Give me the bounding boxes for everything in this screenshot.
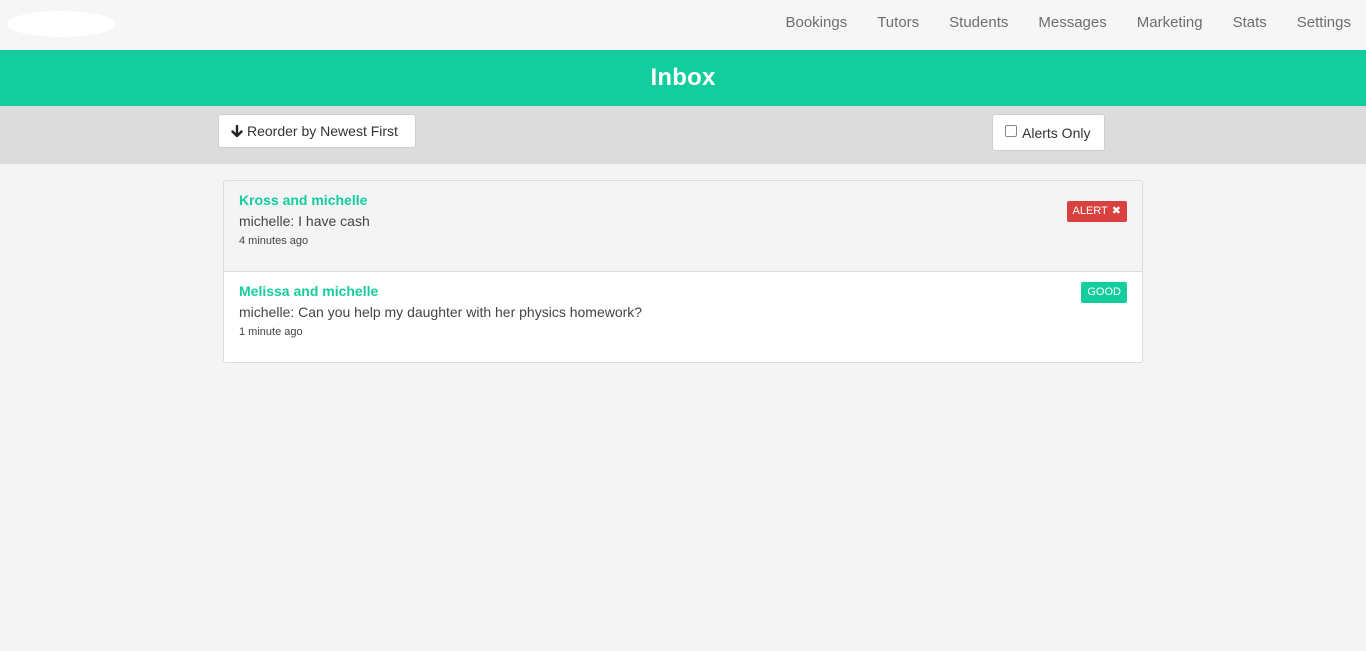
nav-link-students[interactable]: Students (934, 0, 1023, 46)
conversation-item[interactable]: Melissa and michelle michelle: Can you h… (224, 272, 1142, 362)
good-badge: GOOD (1081, 282, 1127, 303)
conversation-participants[interactable]: Kross and michelle (239, 192, 1127, 209)
nav-link-stats[interactable]: Stats (1218, 0, 1282, 46)
conversation-item[interactable]: Kross and michelle michelle: I have cash… (224, 181, 1142, 272)
alerts-only-toggle[interactable]: Alerts Only (992, 114, 1105, 151)
page-header: Inbox (0, 50, 1366, 106)
alert-badge-label: ALERT (1072, 205, 1108, 217)
conversation-last-message: michelle: I have cash (239, 213, 370, 229)
page-title: Inbox (650, 64, 716, 91)
alerts-only-checkbox[interactable] (1005, 125, 1017, 137)
conversation-list: Kross and michelle michelle: I have cash… (223, 180, 1143, 363)
inbox-toolbar: Reorder by Newest First Alerts Only (0, 106, 1366, 164)
reorder-button-label: Reorder by Newest First (247, 123, 398, 139)
good-badge-label: GOOD (1087, 286, 1121, 298)
conversation-time: 4 minutes ago (239, 235, 309, 247)
alerts-only-label: Alerts Only (1022, 124, 1091, 141)
nav-link-bookings[interactable]: Bookings (770, 0, 862, 46)
times-icon: ✖ (1111, 205, 1121, 217)
nav-links: Bookings Tutors Students Messages Market… (770, 0, 1366, 46)
conversation-participants[interactable]: Melissa and michelle (239, 283, 1127, 300)
conversation-time: 1 minute ago (239, 326, 303, 338)
alert-badge[interactable]: ALERT ✖ (1066, 201, 1127, 222)
top-navbar: Bookings Tutors Students Messages Market… (0, 0, 1366, 50)
nav-link-tutors[interactable]: Tutors (862, 0, 934, 46)
reorder-button[interactable]: Reorder by Newest First (218, 114, 416, 148)
arrow-down-icon (231, 124, 243, 137)
brand-logo[interactable] (6, 8, 116, 40)
nav-link-settings[interactable]: Settings (1282, 0, 1366, 46)
conversation-last-message: michelle: Can you help my daughter with … (239, 304, 643, 320)
nav-link-marketing[interactable]: Marketing (1122, 0, 1218, 46)
nav-link-messages[interactable]: Messages (1023, 0, 1121, 46)
